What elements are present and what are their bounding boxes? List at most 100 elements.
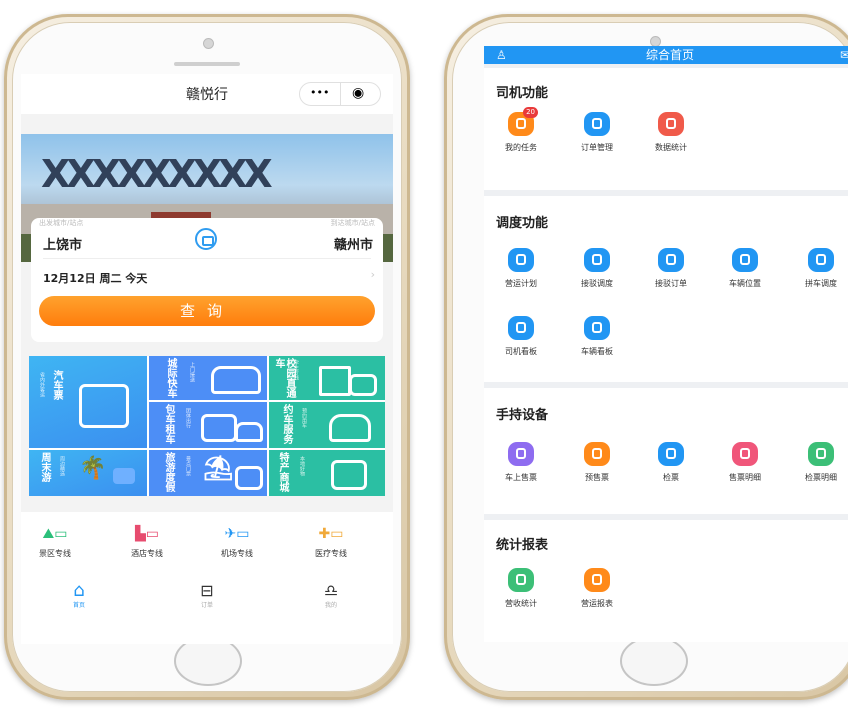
tile-label: 汽车票	[51, 370, 62, 400]
item-operation-plan[interactable]: 营运计划	[488, 248, 554, 289]
service-scenic[interactable]: ⛰▭ 景区专线	[25, 526, 85, 559]
service-label: 景区专线	[39, 549, 71, 558]
tile-sub: 预约用车	[301, 408, 307, 428]
tab-profile[interactable]: ♎ 我的	[311, 581, 351, 610]
triangle-icon	[658, 248, 684, 272]
item-label: 售票明细	[729, 473, 761, 482]
tile-sub: 本地好物	[299, 456, 305, 476]
order-icon: ⊟	[200, 581, 214, 600]
item-label: 接驳订单	[655, 279, 687, 288]
hotel-bus-icon: ▙▭	[135, 526, 159, 542]
item-revenue-stats[interactable]: 营收统计	[488, 568, 554, 609]
tab-orders[interactable]: ⊟ 订单	[187, 581, 227, 610]
item-label: 检票明细	[805, 473, 837, 482]
capsule-divider	[340, 83, 341, 105]
item-order-management[interactable]: 订单管理	[564, 112, 630, 153]
item-carpool-dispatch[interactable]: 拼车调度	[788, 248, 848, 289]
item-data-stats[interactable]: 数据统计	[638, 112, 704, 153]
tile-bus-ticket[interactable]: 汽车票 省内外客运	[29, 356, 147, 448]
to-city[interactable]: 赣州市	[334, 234, 373, 253]
order-list-icon	[584, 112, 610, 136]
item-label: 订单管理	[581, 143, 613, 152]
right-phone-frame: ♙ 综合首页 ✉ 司机功能 20 我的任务 订单管理 数据统计 调度功能 营运计…	[444, 14, 848, 700]
tile-label: 特产商城	[277, 452, 288, 492]
travel-date[interactable]: 12月12日 周二 今天	[43, 270, 147, 286]
section-title: 调度功能	[496, 216, 549, 231]
carpool-icon	[808, 248, 834, 272]
plane-bus-icon: ✈▭	[224, 526, 250, 542]
tile-ride-hailing[interactable]: 约车服务 预约用车	[269, 402, 385, 448]
service-airport[interactable]: ✈▭ 机场专线	[207, 526, 267, 559]
tile-specialty-mall[interactable]: 特产商城 本地好物	[269, 450, 385, 496]
passenger-icon	[508, 442, 534, 466]
item-presale-ticket[interactable]: 预售票	[564, 442, 630, 483]
search-card: 出发城市/站点 到达城市/站点 上饶市 赣州市 12月12日 周二 今天 › 查…	[31, 218, 383, 342]
divider	[43, 258, 371, 259]
task-badge: 20	[523, 107, 538, 118]
home-button[interactable]	[620, 636, 688, 686]
left-phone-frame: 赣悦行 ••• ◉ XXXXXXXXX 出发城市/站点 到达城市/站点 上饶市	[4, 14, 410, 700]
tile-intercity-express[interactable]: 城际快车 上门接送	[149, 356, 267, 400]
scan-icon	[658, 442, 684, 466]
tile-holiday[interactable]: 旅游度假 景点门票 ⛱	[149, 450, 267, 496]
small-bus-icon	[349, 374, 377, 396]
swap-cities-icon[interactable]	[195, 228, 217, 250]
item-onboard-ticketing[interactable]: 车上售票	[488, 442, 554, 483]
close-mini-program-icon[interactable]: ◉	[352, 85, 364, 101]
service-hotel[interactable]: ▙▭ 酒店专线	[117, 526, 177, 559]
pie-chart-icon	[658, 112, 684, 136]
earpiece-speaker	[174, 62, 240, 66]
item-shuttle-orders[interactable]: 接驳订单	[638, 248, 704, 289]
title-bar: 赣悦行 ••• ◉	[21, 74, 393, 114]
check-detail-icon	[808, 442, 834, 466]
bus-icon	[79, 384, 129, 428]
right-screen: ♙ 综合首页 ✉ 司机功能 20 我的任务 订单管理 数据统计 调度功能 营运计…	[484, 46, 848, 642]
luggage-icon	[113, 468, 135, 484]
item-sales-detail[interactable]: 售票明细	[712, 442, 778, 483]
tab-label: 我的	[324, 602, 337, 609]
item-operation-report[interactable]: 营运报表	[564, 568, 630, 609]
small-bus-icon	[235, 466, 263, 490]
message-icon[interactable]: ✉	[840, 46, 848, 64]
tab-home[interactable]: ⌂ 首页	[59, 580, 99, 610]
item-label: 营运报表	[581, 599, 613, 608]
more-icon[interactable]: •••	[310, 86, 329, 99]
item-my-tasks[interactable]: 20 我的任务	[488, 107, 554, 153]
service-medical[interactable]: ✚▭ 医疗专线	[301, 526, 361, 559]
section-title: 司机功能	[496, 86, 549, 101]
tile-sub: 周边精选	[59, 456, 65, 476]
tile-label: 约车服务	[281, 404, 292, 444]
tile-grid: 汽车票 省内外客运 城际快车 上门接送 校园直通车 学生专线 包车租车 团体出行	[29, 356, 385, 496]
user-icon[interactable]: ♙	[496, 46, 507, 64]
query-button[interactable]: 查询	[39, 296, 375, 326]
tile-charter[interactable]: 包车租车 团体出行	[149, 402, 267, 448]
profile-icon: ♎	[323, 581, 339, 600]
header-bar: ♙ 综合首页 ✉	[484, 46, 848, 64]
service-label: 医疗专线	[315, 549, 347, 558]
to-hint: 到达城市/站点	[330, 219, 375, 227]
tab-label: 首页	[72, 602, 85, 609]
item-driver-board[interactable]: 司机看板	[488, 316, 554, 357]
report-icon	[584, 568, 610, 592]
item-check-detail[interactable]: 检票明细	[788, 442, 848, 483]
palm-tree-icon: 🌴	[79, 456, 107, 481]
from-city[interactable]: 上饶市	[43, 234, 82, 253]
tile-campus-shuttle[interactable]: 校园直通车 学生专线	[269, 356, 385, 400]
van-icon	[201, 414, 237, 442]
item-shuttle-dispatch[interactable]: 接驳调度	[564, 248, 630, 289]
tile-weekend-trip[interactable]: 周末游 周边精选 🌴	[29, 450, 147, 496]
hospital-bus-icon: ✚▭	[318, 526, 344, 542]
home-icon: ⌂	[73, 580, 85, 601]
tile-label: 周末游	[39, 452, 50, 482]
tile-sub: 上门接送	[189, 362, 195, 382]
item-label: 拼车调度	[805, 279, 837, 288]
item-label: 车上售票	[505, 473, 537, 482]
tile-sub: 团体出行	[185, 408, 191, 428]
item-vehicle-board[interactable]: 车辆看板	[564, 316, 630, 357]
item-label: 司机看板	[505, 347, 537, 356]
item-ticket-check[interactable]: 检票	[638, 442, 704, 483]
item-vehicle-location[interactable]: 车辆位置	[712, 248, 778, 289]
sales-detail-icon	[732, 442, 758, 466]
service-label: 机场专线	[221, 549, 253, 558]
vehicle-location-icon	[732, 248, 758, 272]
